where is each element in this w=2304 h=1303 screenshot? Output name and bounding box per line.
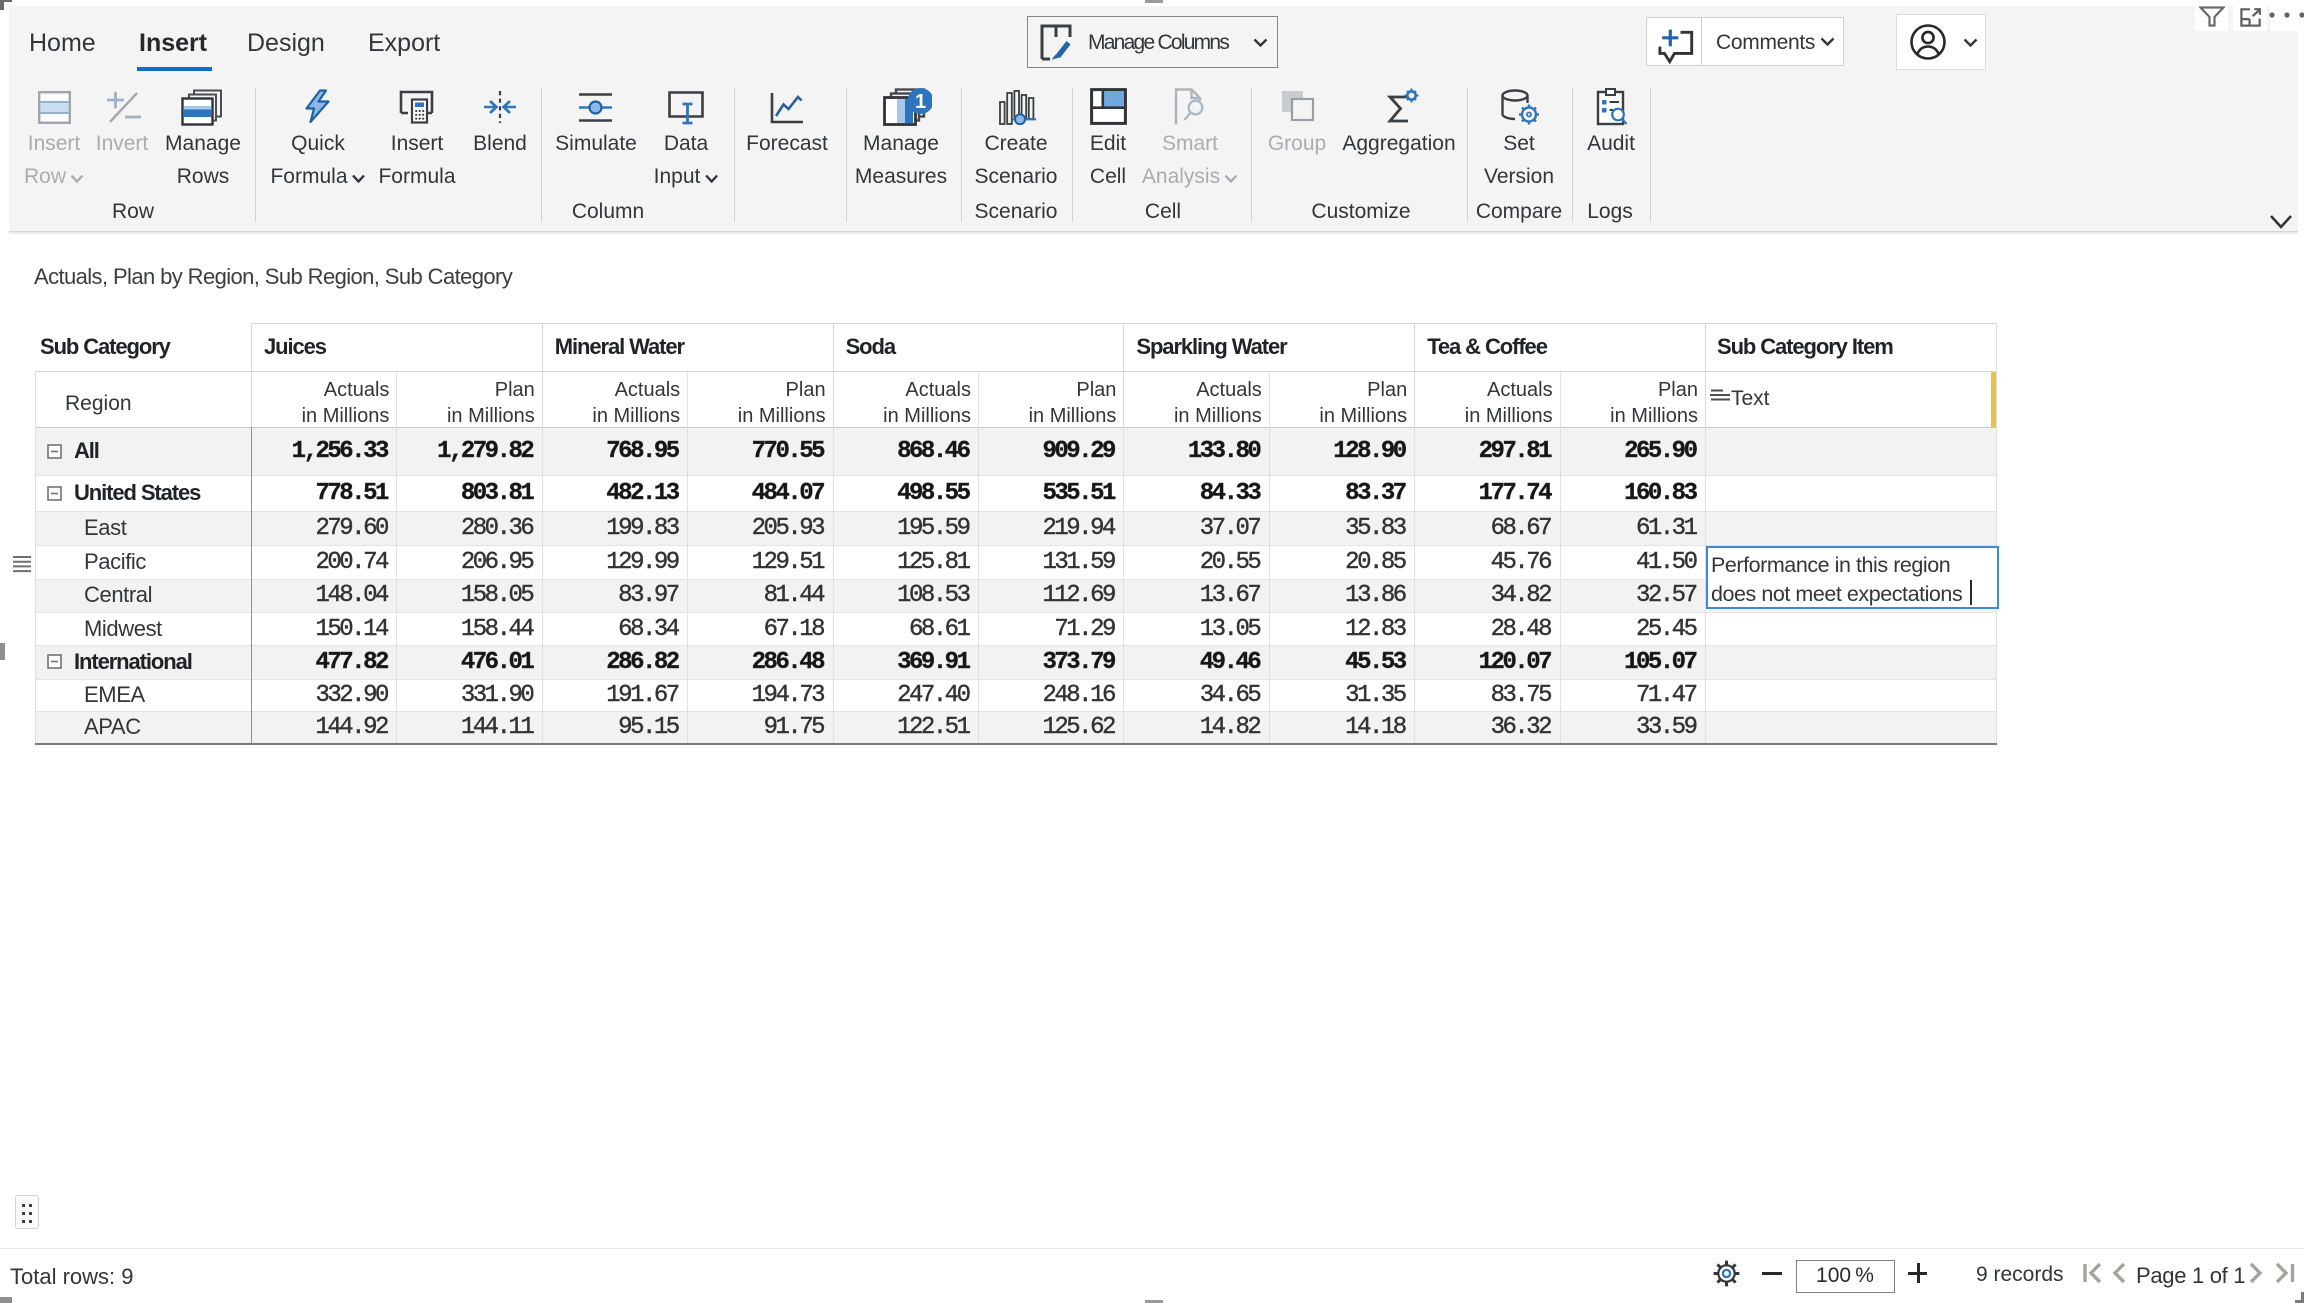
svg-text:1: 1 xyxy=(915,91,926,113)
